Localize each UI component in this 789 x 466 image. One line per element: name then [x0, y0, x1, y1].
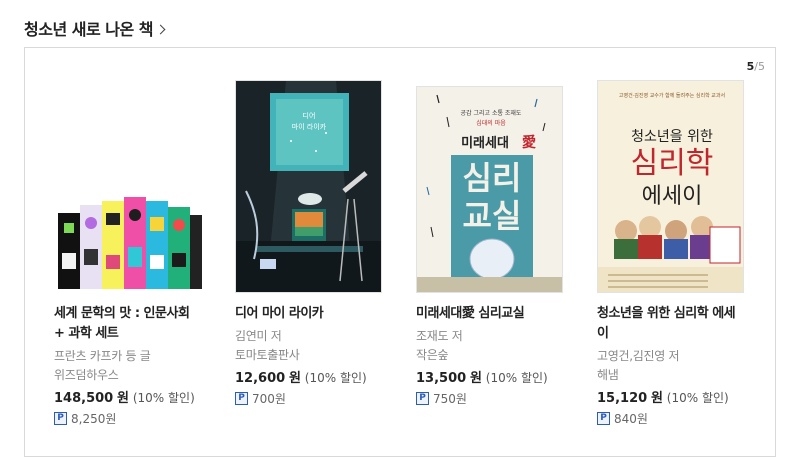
svg-text:愛: 愛: [522, 134, 536, 151]
book-publisher[interactable]: 해냄: [597, 366, 757, 385]
book-cover-image[interactable]: 디어 마이 라이카: [235, 80, 382, 293]
svg-text:마이 라이카: 마이 라이카: [292, 122, 327, 131]
svg-text:에세이: 에세이: [642, 184, 703, 209]
point-value: 700원: [252, 392, 286, 406]
price-unit: 원: [117, 391, 130, 406]
book-title[interactable]: 미래세대愛 심리교실: [416, 304, 576, 324]
price-value: 15,120: [597, 391, 648, 406]
cover-art-psych-class: 공감 그리고 소통 조재도 심대의 마음 미래세대 愛 심리 교실: [417, 87, 562, 292]
book-title[interactable]: 청소년을 위한 심리학 에세 이: [597, 304, 757, 344]
section-title[interactable]: 청소년 새로 나온 책: [24, 16, 153, 40]
svg-text:심리: 심리: [463, 159, 522, 197]
discount-text: (10% 할인): [304, 371, 367, 385]
cover-art-set: [54, 193, 202, 293]
book-publisher[interactable]: 토마토출판사: [235, 346, 395, 365]
point-icon: P: [416, 392, 429, 405]
section-header[interactable]: 청소년 새로 나온 책: [24, 16, 166, 40]
book-cover-image[interactable]: 고영건·김진영 교수가 함께 들려주는 심리학 교과서 청소년을 위한 심리학 …: [597, 80, 744, 293]
discount-text: (10% 할인): [132, 391, 195, 405]
price-value: 12,600: [235, 371, 286, 386]
point-value: 840원: [614, 412, 648, 426]
book-publisher[interactable]: 위즈덤하우스: [54, 366, 214, 385]
price-unit: 원: [470, 371, 482, 386]
price-value: 13,500: [416, 371, 467, 386]
cover-art-laika: 디어 마이 라이카: [236, 81, 381, 292]
book-price: 15,120 원 (10% 할인): [597, 389, 757, 408]
book-price: 148,500 원 (10% 할인): [54, 389, 214, 408]
svg-text:공감 그리고 소통 조재도: 공감 그리고 소통 조재도: [461, 109, 522, 117]
point-icon: P: [235, 392, 248, 405]
book-publisher[interactable]: 작은숲: [416, 346, 576, 365]
book-author[interactable]: 고영건,김진영 저: [597, 347, 757, 366]
svg-text:고영건·김진영 교수가 함께 들려주는 심리학 교과서: 고영건·김진영 교수가 함께 들려주는 심리학 교과서: [619, 92, 725, 99]
book-price: 12,600 원 (10% 할인): [235, 369, 395, 388]
cover-art-psych-essay: 고영건·김진영 교수가 함께 들려주는 심리학 교과서 청소년을 위한 심리학 …: [598, 81, 743, 292]
price-value: 148,500: [54, 391, 114, 406]
price-unit: 원: [651, 391, 663, 406]
svg-text:청소년을 위한: 청소년을 위한: [631, 129, 713, 145]
svg-text:미래세대: 미래세대: [461, 135, 509, 151]
discount-text: (10% 할인): [666, 391, 729, 405]
point-icon: P: [597, 412, 610, 425]
book-carousel: 5/5 세계 문학의 맛: 인문사회 + 과학 세트 프란츠 카프카 등 글 …: [24, 47, 776, 457]
book-title-line1[interactable]: 청소년을 위한 심리학 에세: [597, 304, 757, 324]
book-point: P 700원: [235, 390, 395, 407]
point-icon: P: [54, 412, 67, 425]
book-author[interactable]: 김연미 저: [235, 327, 395, 346]
book-cover-image[interactable]: [54, 193, 202, 293]
book-title-line1[interactable]: 디어 마이 라이카: [235, 304, 395, 324]
book-title-line2[interactable]: + 과학 세트: [54, 324, 214, 344]
chevron-right-icon[interactable]: [155, 24, 166, 34]
discount-text: (10% 할인): [485, 371, 548, 385]
price-unit: 원: [289, 371, 301, 386]
book-title[interactable]: 세계 문학의 맛 : 인문사회 + 과학 세트: [54, 304, 214, 344]
book-point: P 8,250원: [54, 410, 214, 427]
book-author[interactable]: 프란츠 카프카 등 글: [54, 347, 214, 366]
svg-text:심대의 마음: 심대의 마음: [476, 119, 506, 127]
book-title-line1[interactable]: 미래세대愛 심리교실: [416, 304, 576, 324]
book-price: 13,500 원 (10% 할인): [416, 369, 576, 388]
svg-text:심리학: 심리학: [631, 146, 714, 181]
book-point: P 750원: [416, 390, 576, 407]
book-point: P 840원: [597, 410, 757, 427]
book-title-line2[interactable]: 이: [597, 324, 757, 344]
point-value: 750원: [433, 392, 467, 406]
svg-text:교실: 교실: [463, 197, 522, 235]
svg-text:디어: 디어: [303, 111, 316, 120]
book-author[interactable]: 조재도 저: [416, 327, 576, 346]
book-title-line1[interactable]: 세계 문학의 맛 : 인문사회: [54, 304, 214, 324]
book-title[interactable]: 디어 마이 라이카: [235, 304, 395, 324]
point-value: 8,250원: [71, 412, 117, 426]
book-cover-image[interactable]: 공감 그리고 소통 조재도 심대의 마음 미래세대 愛 심리 교실: [416, 86, 563, 293]
